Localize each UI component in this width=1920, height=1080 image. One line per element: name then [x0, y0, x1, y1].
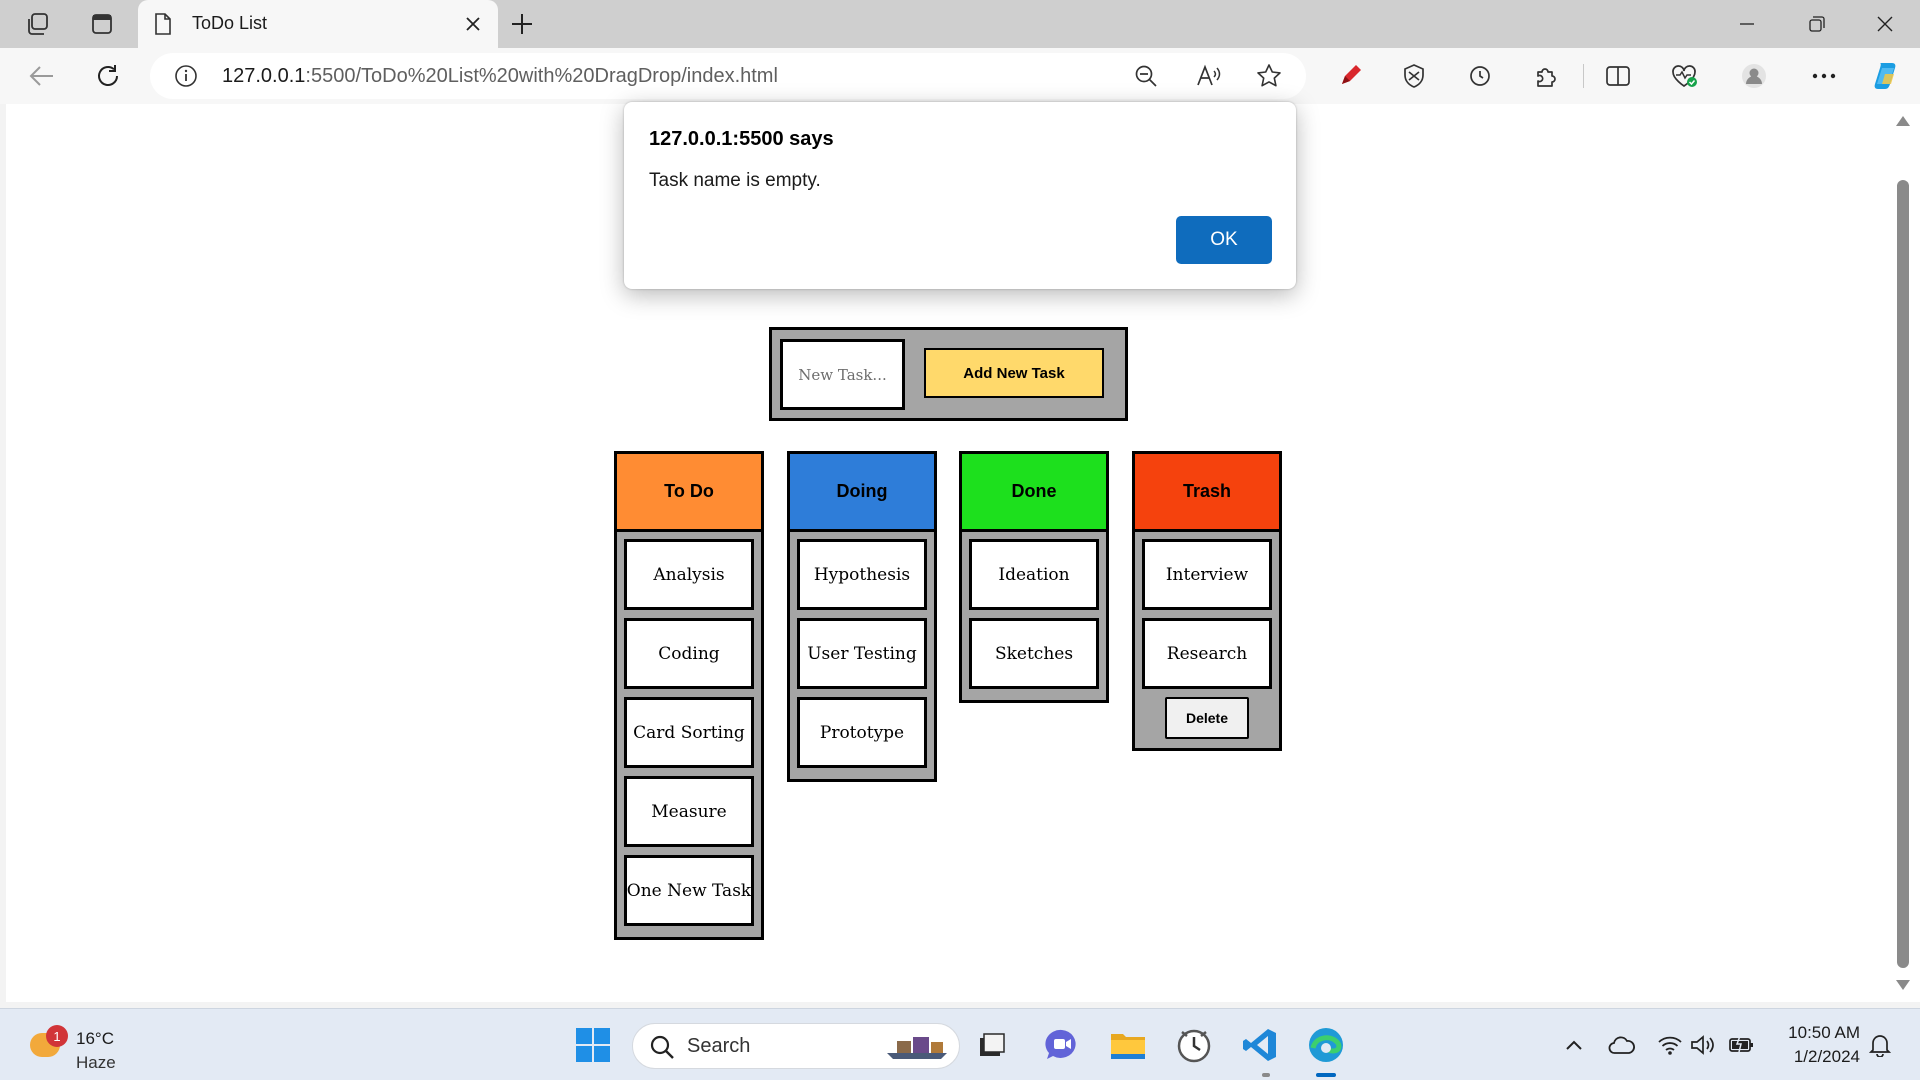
weather-temperature: 16°C [76, 1029, 114, 1048]
zoom-out-icon[interactable] [1134, 64, 1158, 92]
url-host: 127.0.0.1 [222, 65, 306, 87]
clock-time: 10:50 AM [1788, 1023, 1860, 1042]
wifi-icon[interactable] [1654, 1029, 1686, 1061]
alert-title: 127.0.0.1:5500 says [649, 128, 834, 150]
favorite-star-icon[interactable] [1256, 63, 1282, 93]
workspaces-icon[interactable] [24, 10, 52, 38]
delete-button[interactable]: Delete [1165, 697, 1249, 739]
browser-essentials-icon[interactable] [1668, 60, 1700, 92]
column-body-todo: Analysis Coding Card Sorting Measure One… [617, 532, 761, 937]
alert-ok-button[interactable]: OK [1176, 216, 1272, 264]
column-doing: Doing Hypothesis User Testing Prototype [787, 451, 937, 782]
task-card[interactable]: Interview [1142, 539, 1272, 610]
minimize-icon[interactable] [1732, 9, 1762, 39]
more-menu-icon[interactable] [1808, 60, 1840, 92]
show-hidden-icons-chevron[interactable] [1558, 1029, 1590, 1061]
taskbar-clock[interactable]: 10:50 AM 1/2/2024 [1770, 1021, 1860, 1069]
edge-icon[interactable] [1304, 1023, 1348, 1067]
refresh-icon[interactable] [92, 60, 124, 92]
teams-chat-icon[interactable] [1040, 1023, 1084, 1067]
task-card[interactable]: Coding [624, 618, 754, 689]
column-header-doing: Doing [790, 454, 934, 532]
battery-icon[interactable] [1726, 1029, 1758, 1061]
column-body-done: Ideation Sketches [962, 532, 1106, 700]
task-card[interactable]: Prototype [797, 697, 927, 768]
column-todo: To Do Analysis Coding Card Sorting Measu… [614, 451, 764, 940]
url-text: 127.0.0.1:5500/ToDo%20List%20with%20Drag… [222, 65, 778, 88]
column-body-doing: Hypothesis User Testing Prototype [790, 532, 934, 779]
onedrive-cloud-icon[interactable] [1606, 1029, 1638, 1061]
notification-bell-icon[interactable] [1864, 1029, 1896, 1061]
task-view-icon[interactable] [970, 1023, 1014, 1067]
alert-message: Task name is empty. [649, 170, 821, 191]
task-card[interactable]: User Testing [797, 618, 927, 689]
tab-title: ToDo List [192, 13, 268, 33]
clock-date: 1/2/2024 [1793, 1047, 1860, 1066]
task-card[interactable]: Analysis [624, 539, 754, 610]
task-card[interactable]: One New Task [624, 855, 754, 926]
windows-start-icon[interactable] [571, 1023, 615, 1067]
weather-widget[interactable]: 1 16°C Haze [26, 1019, 156, 1072]
column-done: Done Ideation Sketches [959, 451, 1109, 703]
active-tab[interactable]: ToDo List [138, 0, 498, 48]
search-highlight-icon [883, 1033, 953, 1061]
vscode-running-indicator [1262, 1073, 1270, 1077]
tab-actions-icon[interactable] [88, 10, 116, 38]
weather-notification-badge: 1 [46, 1025, 68, 1047]
task-card[interactable]: Hypothesis [797, 539, 927, 610]
tab-close-icon[interactable] [458, 9, 488, 39]
windows-taskbar: 1 16°C Haze Search 10:50 AM 1/2/2024 [0, 1008, 1920, 1080]
add-new-task-button[interactable]: Add New Task [924, 348, 1104, 398]
weather-condition: Haze [76, 1053, 116, 1072]
scroll-up-arrow[interactable] [1896, 116, 1910, 126]
site-info-icon[interactable] [174, 64, 198, 92]
column-header-trash: Trash [1135, 454, 1279, 532]
scrollbar-thumb[interactable] [1897, 180, 1909, 968]
taskbar-search-box[interactable]: Search [632, 1023, 960, 1069]
new-tab-icon[interactable] [508, 10, 536, 38]
column-body-trash: Interview Research Delete [1135, 532, 1279, 748]
task-card[interactable]: Research [1142, 618, 1272, 689]
extensions-puzzle-icon[interactable] [1530, 60, 1562, 92]
copilot-icon[interactable] [1870, 60, 1902, 92]
back-arrow-icon[interactable] [26, 60, 58, 92]
restore-icon[interactable] [1802, 9, 1832, 39]
vscode-icon[interactable] [1238, 1023, 1282, 1067]
url-path: :5500/ToDo%20List%20with%20DragDrop/inde… [305, 65, 778, 87]
task-card[interactable]: Sketches [969, 618, 1099, 689]
profile-icon[interactable] [1738, 60, 1770, 92]
scroll-down-arrow[interactable] [1896, 980, 1910, 990]
clock-app-icon[interactable] [1172, 1023, 1216, 1067]
toolbar-divider [1583, 64, 1584, 88]
volume-icon[interactable] [1688, 1029, 1720, 1061]
pen-extension-icon[interactable] [1334, 60, 1366, 92]
taskbar-search-placeholder: Search [687, 1035, 751, 1057]
task-card[interactable]: Ideation [969, 539, 1099, 610]
history-icon[interactable] [1464, 60, 1496, 92]
close-window-icon[interactable] [1870, 9, 1900, 39]
column-header-todo: To Do [617, 454, 761, 532]
alert-dialog: 127.0.0.1:5500 says Task name is empty. … [624, 102, 1296, 289]
edge-active-indicator [1316, 1073, 1336, 1077]
browser-toolbar: 127.0.0.1:5500/ToDo%20List%20with%20Drag… [0, 48, 1920, 104]
new-task-input[interactable] [780, 339, 905, 410]
file-explorer-icon[interactable] [1106, 1023, 1150, 1067]
add-task-panel: Add New Task [769, 327, 1128, 421]
page-document-icon [154, 13, 172, 39]
browser-tab-strip: ToDo List [0, 0, 1920, 48]
task-card[interactable]: Card Sorting [624, 697, 754, 768]
read-aloud-icon[interactable] [1196, 64, 1222, 92]
vertical-scrollbar[interactable] [1896, 104, 1920, 1002]
split-screen-icon[interactable] [1602, 60, 1634, 92]
task-card[interactable]: Measure [624, 776, 754, 847]
column-trash: Trash Interview Research Delete [1132, 451, 1282, 751]
search-icon [649, 1034, 675, 1064]
address-bar[interactable]: 127.0.0.1:5500/ToDo%20List%20with%20Drag… [150, 53, 1306, 99]
extension-shield-icon[interactable] [1398, 60, 1430, 92]
column-header-done: Done [962, 454, 1106, 532]
